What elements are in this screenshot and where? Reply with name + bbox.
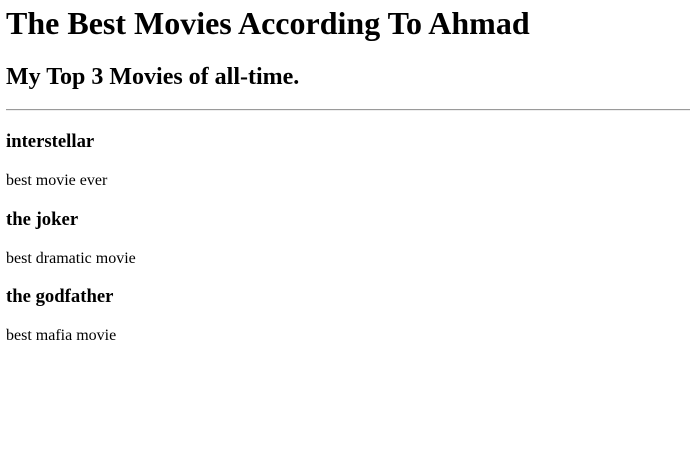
movie-list: interstellar best movie ever the joker b… xyxy=(6,131,692,364)
movie-description: best mafia movie xyxy=(6,327,117,344)
movie-item-the-joker: the joker best dramatic movie xyxy=(6,209,692,287)
movie-title: the godfather xyxy=(6,286,114,307)
movie-item-the-godfather: the godfather best mafia movie xyxy=(6,286,692,364)
divider xyxy=(6,109,690,111)
page-title: The Best Movies According To Ahmad xyxy=(6,5,530,41)
page-subtitle: My Top 3 Movies of all-time. xyxy=(6,64,300,90)
movie-description: best dramatic movie xyxy=(6,249,136,267)
movie-item-interstellar: interstellar best movie ever xyxy=(6,131,692,209)
movie-title: the joker xyxy=(6,208,79,230)
movie-title: interstellar xyxy=(6,131,95,152)
movie-description: best movie ever xyxy=(6,172,108,189)
